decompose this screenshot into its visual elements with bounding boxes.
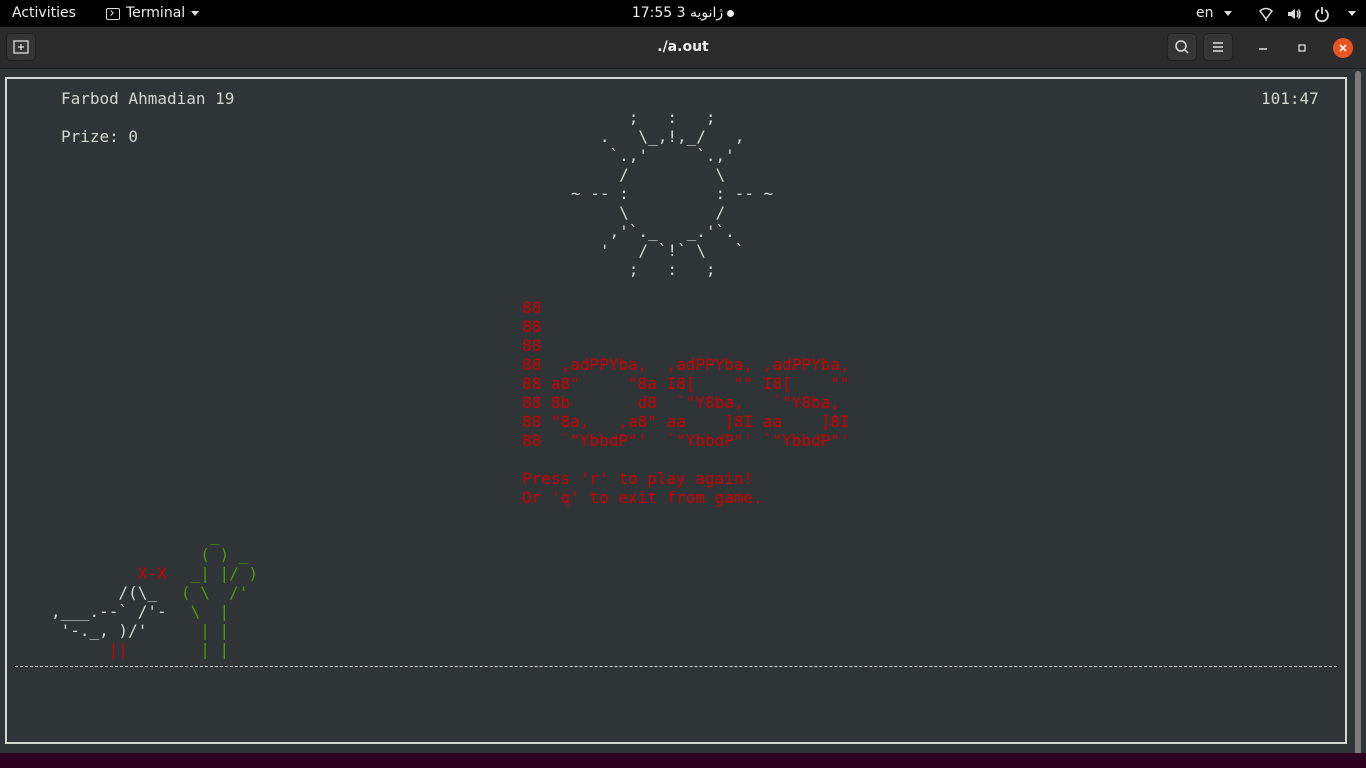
terminal-output[interactable]: Farbod Ahmadian 19 Prize: 0 101:47 ; : ;… [5,77,1347,744]
ascii-line: \ / [619,203,726,222]
terminal-window: ./a.out Farbod Ahmadian 19 Prize: 0 101:… [0,27,1366,768]
ascii-line: 88 [522,317,542,336]
ascii-line: ~ -- : : -- ~ [571,184,774,203]
ascii-line: _| |/ ) [190,564,259,583]
notification-dot-icon [727,9,735,17]
ascii-line: 88 `"YbbdP"' `"YbbdP"' `"YbbdP"' [522,431,850,450]
ascii-line: || [51,640,129,659]
terminal-scrollbar[interactable] [1355,71,1361,763]
maximize-icon [1298,44,1306,52]
ascii-line: 88 ,adPPYba, ,adPPYba, ,adPPYba, [522,355,850,374]
ascii-line: `.,' `.,' [609,146,735,165]
volume-icon [1288,8,1301,19]
ascii-line: . \_,!,_/ , [599,127,745,146]
ascii-line: 88 "8a, ,a8" aa ]8I aa ]8I [522,412,850,431]
window-headerbar: ./a.out [0,27,1366,69]
ascii-line: / \ [619,165,726,184]
ascii-line: /(\_ [118,583,157,602]
ascii-line: \ | [190,602,230,621]
game-timer: 101:47 [1261,89,1319,108]
ascii-line: ; : ; [571,260,716,279]
desktop-bottom-strip [0,753,1366,768]
ascii-line: 88 8b d8 `"Y8ba, `"Y8ba, [522,393,840,412]
close-icon [1339,44,1347,52]
system-menu[interactable] [1258,0,1356,27]
ascii-line: '-._, )/' [60,621,148,640]
ascii-cactus: _ ( ) _ _| |/ ) ( \ /' \ | | | | | [181,526,258,659]
prize-counter: Prize: 0 [61,127,139,146]
clock-text: 17:55 ژانویه 3 [631,5,724,21]
ascii-line: | | [200,621,230,640]
ground-line [15,666,1337,667]
player-name: Farbod Ahmadian 19 [61,89,235,108]
chevron-down-icon [1223,10,1232,16]
chevron-down-icon [1348,11,1356,16]
ascii-line: 88 a8" "8a I8[ "" I8[ "" [522,374,850,393]
language-label: en [1196,5,1214,21]
menu-button[interactable] [1203,33,1233,61]
system-top-bar: Activities Terminal 17:55 ژانویه 3 en [0,0,1366,27]
window-title: ./a.out [657,39,709,55]
game-over-message: Press 'r' to play again! Or 'q' to exit … [522,469,763,507]
ascii-line: Or 'q' to exit from game. [522,488,763,507]
ascii-line: 88 [522,336,542,355]
clock[interactable]: 17:55 ژانویه 3 [0,0,1366,27]
ascii-dinosaur: X-X /(\_ ,___.--` /'- '-._, )/' || [51,526,167,659]
ascii-line: _ [209,526,220,545]
ascii-line: ; : ; [628,108,716,127]
ascii-line: Press 'r' to play again! [522,469,754,488]
ascii-sun: ; : ; . \_,!,_/ , `.,' `.,' / \ ~ -- : :… [571,108,773,279]
ascii-line: 88 [522,298,542,317]
ascii-line: ' / `!` \ ` [599,241,745,260]
ascii-line: | | [181,640,230,659]
ascii-line: X-X [137,564,167,583]
minimize-icon [1259,48,1267,50]
ascii-line: ( ) _ [200,545,249,564]
hamburger-icon [1213,42,1223,52]
close-button[interactable] [1333,38,1353,58]
search-button[interactable] [1167,33,1197,61]
ascii-line: ,'`._ _.'`. [609,222,735,241]
minimize-button[interactable] [1253,38,1273,58]
network-icon [1258,7,1274,21]
search-icon [1175,40,1189,54]
input-language-menu[interactable]: en [1196,0,1232,27]
ascii-loss-logo: 88 88 88 88 ,adPPYba, ,adPPYba, ,adPPYba… [522,298,850,450]
ascii-line: ,___.--` /'- [51,602,167,621]
power-icon [1315,6,1329,22]
ascii-line: ( \ /' [181,583,249,602]
maximize-button[interactable] [1292,38,1312,58]
